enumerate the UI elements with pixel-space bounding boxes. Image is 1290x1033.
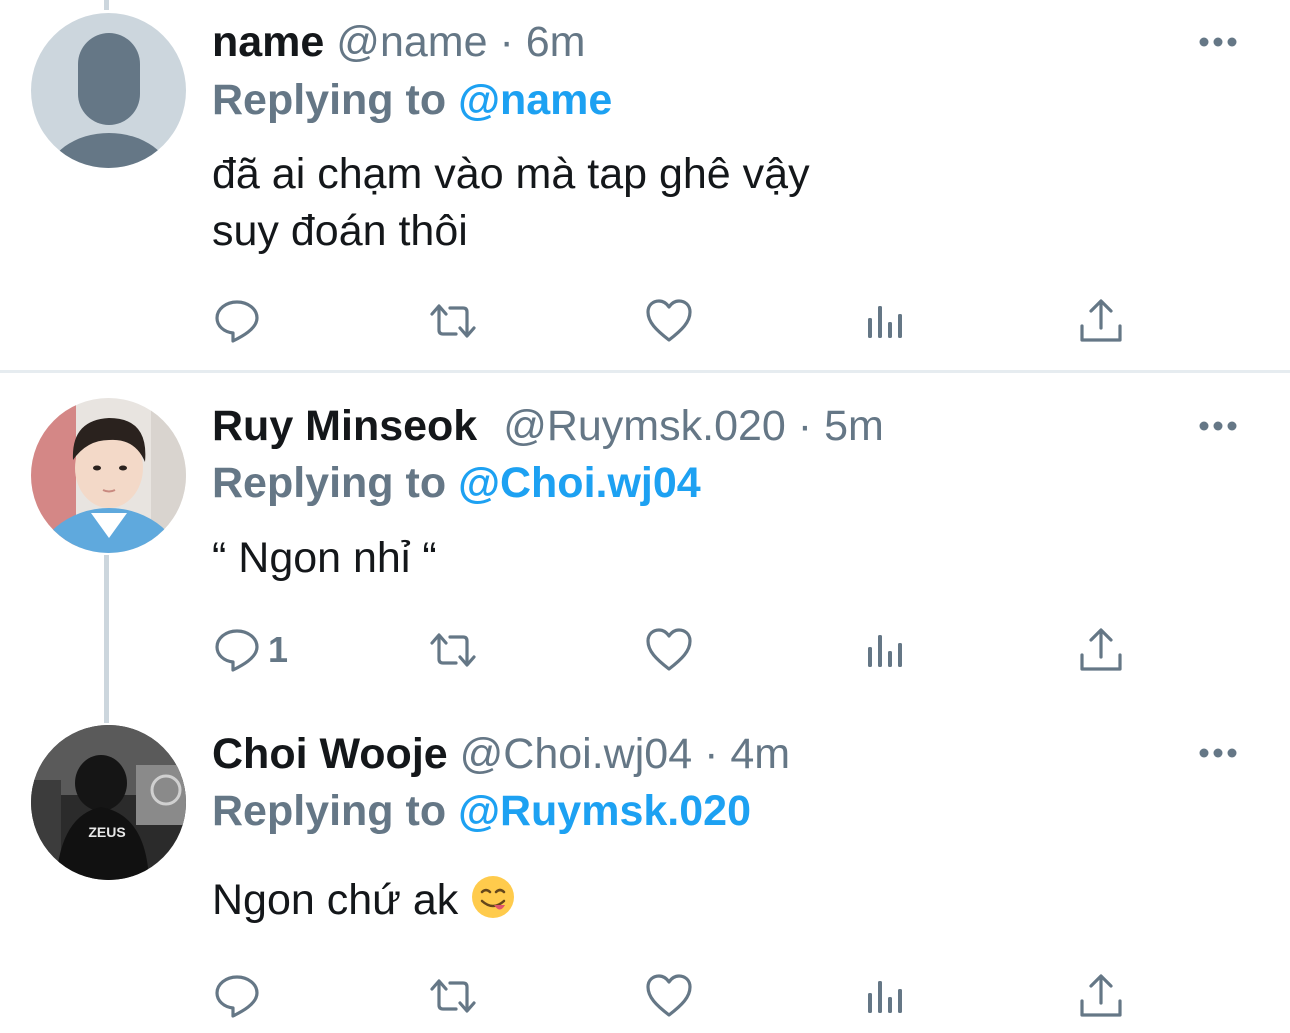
display-name[interactable]: Ruy Minseok [212,402,477,450]
yum-emoji-icon [472,876,515,918]
share-icon [1076,971,1126,1021]
retweet-icon [428,625,478,675]
tweet-text-line: suy đoán thôi [212,207,468,255]
retweet-button[interactable] [428,971,478,1021]
retweet-icon [428,971,478,1021]
retweet-button[interactable] [428,296,478,346]
analytics-icon [860,971,910,1021]
replying-to: Replying to @Ruymsk.020 [212,786,751,836]
like-icon [644,625,694,675]
like-icon [644,296,694,346]
like-button[interactable] [644,971,694,1021]
like-button[interactable] [644,296,694,346]
tweet[interactable]: name @name · 6m Replying to @name đã ai … [0,0,1290,370]
tweet-text: Ngon chứ ak [212,872,516,929]
tweet-header: Ruy Minseok @Ruymsk.020 · 5m [212,401,884,451]
reply-button[interactable] [212,296,268,346]
tweet-header: name @name · 6m [212,17,585,67]
tweet[interactable]: ZEUS Choi Wooje @Choi.wj04 · 4m Replying… [0,723,1290,1033]
tweet-actions [212,971,1142,1021]
tweet-text: đã ai chạm vào mà tap ghê vậy suy đoán t… [212,146,810,260]
tweet-text: “ Ngon nhỉ “ [212,530,437,587]
separator-dot: · [797,402,813,450]
reply-icon [212,625,262,675]
reply-button[interactable]: 1 [212,625,288,675]
replying-to: Replying to @Choi.wj04 [212,458,701,508]
share-button[interactable] [1076,625,1126,675]
tweet-actions: 1 [212,625,1142,675]
tweet[interactable]: Ruy Minseok @Ruymsk.020 · 5m Replying to… [0,373,1290,723]
photo-avatar-icon [31,398,186,553]
photo-avatar-zeus-icon: ZEUS [31,725,186,880]
analytics-button[interactable] [860,971,910,1021]
replying-to-label: Replying to [212,76,447,124]
share-button[interactable] [1076,971,1126,1021]
display-name[interactable]: Choi Wooje [212,730,448,778]
mention-link[interactable]: @Choi.wj04 [458,459,701,507]
tweet-text-content: Ngon chứ ak [212,876,459,924]
mention-link[interactable]: @name [458,76,612,124]
share-icon [1076,296,1126,346]
like-icon [644,971,694,1021]
reply-count: 1 [268,629,289,670]
user-handle[interactable]: @name [336,18,487,66]
timestamp[interactable]: 6m [526,18,586,66]
tweet-actions [212,296,1142,346]
replying-to: Replying to @name [212,75,612,125]
reply-button[interactable] [212,971,268,1021]
reply-icon [212,971,262,1021]
reply-icon [212,296,262,346]
mention-link[interactable]: @Ruymsk.020 [458,787,751,835]
like-button[interactable] [644,625,694,675]
avatar[interactable] [31,13,186,168]
tweet-text-line: “ Ngon nhỉ “ [212,534,437,582]
avatar[interactable] [31,398,186,553]
user-handle[interactable]: @Choi.wj04 [460,730,692,778]
analytics-button[interactable] [860,296,910,346]
tweet-text-line: đã ai chạm vào mà tap ghê vậy [212,150,810,198]
analytics-icon [860,296,910,346]
timestamp[interactable]: 4m [730,730,790,778]
replying-to-label: Replying to [212,459,447,507]
avatar[interactable]: ZEUS [31,725,186,880]
replying-to-label: Replying to [212,787,447,835]
separator-dot: · [704,730,719,778]
analytics-icon [860,625,910,675]
tweet-header: Choi Wooje @Choi.wj04 · 4m [212,729,790,779]
display-name[interactable]: name [212,18,324,66]
share-icon [1076,625,1126,675]
separator-dot: · [499,18,514,66]
zeus-shirt-text: ZEUS [88,824,125,840]
user-handle[interactable]: @Ruymsk.020 [503,402,786,450]
share-button[interactable] [1076,296,1126,346]
timestamp[interactable]: 5m [824,402,884,450]
default-avatar-icon [31,13,186,168]
tweet-text-line: Ngon chứ ak [212,872,516,929]
analytics-button[interactable] [860,625,910,675]
more-icon[interactable] [1198,35,1238,49]
more-icon[interactable] [1198,746,1238,760]
retweet-icon [428,296,478,346]
retweet-button[interactable] [428,625,478,675]
more-icon[interactable] [1198,419,1238,433]
